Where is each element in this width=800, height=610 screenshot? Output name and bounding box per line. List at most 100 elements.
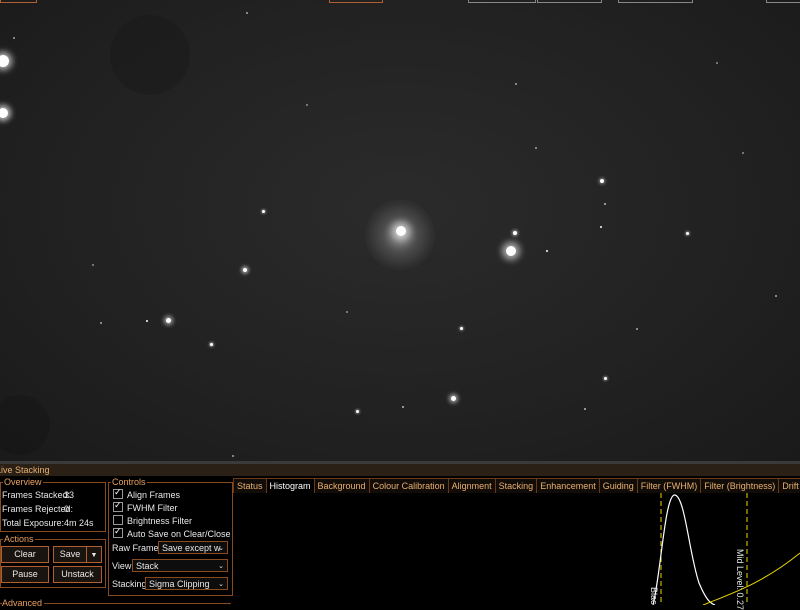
tab-filter-brightness[interactable]: Filter (Brightness) bbox=[700, 478, 780, 493]
frames-rejected-value: 0 bbox=[64, 504, 70, 514]
tab-guiding[interactable]: Guiding bbox=[598, 478, 638, 493]
frames-rejected-label: Frames Rejected: bbox=[2, 504, 74, 514]
checkbox-checked-icon bbox=[113, 526, 123, 538]
star bbox=[0, 108, 8, 118]
star bbox=[451, 396, 456, 401]
black-level-label: Blac bbox=[649, 587, 659, 605]
toolbar-edge bbox=[537, 0, 602, 3]
cluster-core bbox=[396, 226, 406, 236]
star bbox=[686, 232, 689, 235]
auto-save-label: Auto Save on Clear/Close bbox=[127, 529, 231, 539]
star bbox=[460, 327, 463, 330]
frames-stacked-label: Frames Stacked: bbox=[2, 490, 71, 500]
controls-legend: Controls bbox=[111, 477, 147, 487]
star bbox=[100, 322, 102, 324]
tab-alignment[interactable]: Alignment bbox=[447, 478, 496, 493]
total-exposure-value: 4m 24s bbox=[64, 518, 94, 528]
star bbox=[92, 264, 94, 266]
actions-legend: Actions bbox=[3, 534, 35, 544]
tab-status[interactable]: Status bbox=[233, 478, 267, 493]
save-dropdown-button[interactable]: ▼ bbox=[86, 546, 102, 563]
toolbar-edge bbox=[329, 0, 383, 3]
chevron-down-icon: ⌄ bbox=[218, 545, 224, 552]
fwhm-filter-label: FWHM Filter bbox=[127, 503, 178, 513]
frames-stacked-row: Frames Stacked: 33 bbox=[2, 490, 74, 500]
toolbar-edge bbox=[0, 0, 37, 3]
star bbox=[246, 12, 248, 14]
total-exposure-row: Total Exposure: 4m 24s bbox=[2, 518, 94, 528]
star bbox=[506, 246, 516, 256]
brightness-filter-label: Brightness Filter bbox=[127, 516, 193, 526]
star bbox=[515, 83, 517, 85]
view-select[interactable]: Stack ⌄ bbox=[132, 559, 228, 572]
checkbox-checked-icon bbox=[113, 500, 123, 512]
stack-image-view[interactable] bbox=[0, 0, 800, 461]
star bbox=[210, 343, 213, 346]
tab-enhancement[interactable]: Enhancement bbox=[536, 478, 600, 493]
star bbox=[716, 62, 718, 64]
toolbar-edge bbox=[618, 0, 693, 3]
tab-strip: Status Histogram Background Colour Calibrat… bbox=[233, 478, 800, 493]
view-label: View bbox=[112, 561, 132, 571]
view-value: Stack bbox=[136, 561, 159, 571]
star bbox=[535, 147, 537, 149]
frames-stacked-value: 33 bbox=[64, 490, 75, 500]
raw-frames-label: Raw Frames bbox=[112, 543, 164, 553]
star bbox=[546, 250, 548, 252]
star bbox=[146, 320, 148, 322]
dust-shadow bbox=[110, 15, 190, 95]
overview-group: Overview Frames Stacked: 33 Frames Rejec… bbox=[0, 477, 106, 532]
histogram-view[interactable]: Blac Mid Level: 0.27 bbox=[233, 493, 800, 610]
checkbox-checked-icon bbox=[113, 487, 123, 499]
pause-button[interactable]: Pause bbox=[1, 566, 49, 583]
star bbox=[356, 410, 359, 413]
checkbox-unchecked-icon bbox=[113, 515, 123, 525]
star bbox=[604, 203, 606, 205]
fwhm-filter-checkbox[interactable]: FWHM Filter bbox=[113, 500, 178, 513]
chevron-down-icon: ▼ bbox=[90, 552, 98, 559]
tab-histogram[interactable]: Histogram bbox=[265, 478, 315, 493]
star bbox=[513, 231, 517, 235]
save-button[interactable]: Save bbox=[53, 546, 87, 563]
tab-filter-fwhm[interactable]: Filter (FWHM) bbox=[636, 478, 702, 493]
star bbox=[402, 406, 404, 408]
star bbox=[262, 210, 265, 213]
histogram-curve bbox=[652, 494, 716, 605]
star bbox=[636, 328, 638, 330]
star bbox=[742, 152, 744, 154]
frames-rejected-row: Frames Rejected: 0 bbox=[2, 504, 73, 514]
align-frames-checkbox[interactable]: Align Frames bbox=[113, 487, 181, 500]
align-frames-label: Align Frames bbox=[127, 490, 181, 500]
dust-shadow bbox=[0, 395, 50, 455]
stacking-select[interactable]: Sigma Clipping ⌄ bbox=[145, 577, 228, 590]
overview-legend: Overview bbox=[3, 477, 43, 487]
panel-title: Live Stacking bbox=[0, 465, 50, 475]
mid-level-label: Mid Level: 0.27 bbox=[735, 549, 745, 610]
brightness-filter-checkbox[interactable]: Brightness Filter bbox=[113, 515, 192, 526]
tab-drift-graph[interactable]: Drift Graph bbox=[778, 478, 800, 493]
chevron-down-icon: ⌄ bbox=[218, 581, 224, 588]
stacking-value: Sigma Clipping bbox=[149, 579, 210, 589]
unstack-button[interactable]: Unstack bbox=[53, 566, 102, 583]
raw-frames-select[interactable]: Save except w ⌄ bbox=[158, 541, 228, 554]
clear-button[interactable]: Clear bbox=[1, 546, 49, 563]
tab-background[interactable]: Background bbox=[313, 478, 370, 493]
star bbox=[604, 377, 607, 380]
advanced-legend[interactable]: Advanced bbox=[2, 598, 45, 608]
auto-save-checkbox[interactable]: Auto Save on Clear/Close bbox=[113, 526, 231, 539]
star bbox=[232, 455, 234, 457]
toolbar-edge bbox=[766, 0, 800, 3]
chevron-down-icon: ⌄ bbox=[218, 563, 224, 570]
toolbar-edge bbox=[468, 0, 536, 3]
histogram-plot bbox=[652, 493, 800, 605]
star bbox=[584, 408, 586, 410]
tab-colour-calibration[interactable]: Colour Calibration bbox=[368, 478, 449, 493]
star bbox=[600, 179, 604, 183]
star bbox=[600, 226, 602, 228]
star bbox=[775, 295, 777, 297]
stacking-label: Stacking bbox=[112, 579, 147, 589]
raw-frames-value: Save except w bbox=[162, 543, 221, 553]
star bbox=[306, 104, 308, 106]
tab-stacking[interactable]: Stacking bbox=[494, 478, 538, 493]
star bbox=[346, 311, 348, 313]
